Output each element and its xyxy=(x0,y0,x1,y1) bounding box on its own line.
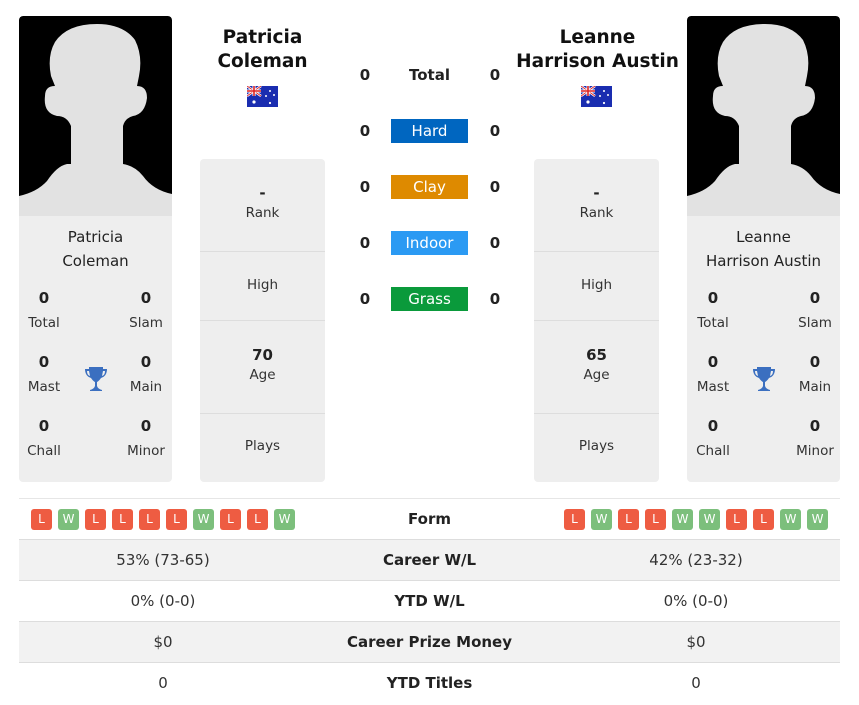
form-loss-badge[interactable]: L xyxy=(753,508,774,530)
h2h-row-indoor: 0 Indoor 0 xyxy=(350,231,510,255)
player1-age: 70 Age xyxy=(200,321,325,414)
player2-career-prize: $0 xyxy=(686,633,706,651)
player1-info-card: - Rank High 70 Age Plays xyxy=(200,159,325,482)
form-row: LWLLLLWLLW Form LWLLWWLLWW xyxy=(19,499,840,540)
form-loss-badge[interactable]: L xyxy=(220,508,241,530)
player1-name-link[interactable]: Patricia Coleman xyxy=(190,26,335,74)
player1-titles-main: 0 Main xyxy=(129,353,163,395)
player2-ytd-wl: 0% (0-0) xyxy=(663,592,729,610)
player1-titles-chall: 0 Chall xyxy=(27,417,61,459)
form-win-badge[interactable]: W xyxy=(193,508,214,530)
surface-indoor-badge[interactable]: Indoor xyxy=(391,231,468,255)
player1-titles-slam: 0 Slam xyxy=(129,289,163,331)
player2-info-card: - Rank High 65 Age Plays xyxy=(534,159,659,482)
career-prize-row: $0 Career Prize Money $0 xyxy=(19,622,840,663)
player2-titles-mast: 0 Mast xyxy=(696,353,730,395)
form-win-badge[interactable]: W xyxy=(672,508,693,530)
trophy-icon xyxy=(84,366,108,392)
h2h-row-hard: 0 Hard 0 xyxy=(350,119,510,143)
form-loss-badge[interactable]: L xyxy=(645,508,666,530)
surface-grass-badge[interactable]: Grass xyxy=(391,287,468,311)
player1-ytd-titles: 0 xyxy=(158,674,168,692)
australia-flag-icon xyxy=(247,86,278,107)
ytd-titles-row: 0 YTD Titles 0 xyxy=(19,663,840,704)
player1-titles-total: 0 Total xyxy=(28,289,60,331)
career-wl-row: 53% (73-65) Career W/L 42% (23-32) xyxy=(19,540,840,581)
h2h-row-clay: 0 Clay 0 xyxy=(350,175,510,199)
player1-titles-mast: 0 Mast xyxy=(27,353,61,395)
player1-plays: Plays xyxy=(244,438,281,454)
form-loss-badge[interactable]: L xyxy=(618,508,639,530)
comparison-table: LWLLLLWLLW Form LWLLWWLLWW 53% (73-65) C… xyxy=(19,498,840,704)
player1-rank: - Rank xyxy=(200,159,325,252)
player2-plays: Plays xyxy=(578,438,615,454)
form-loss-badge[interactable]: L xyxy=(166,508,187,530)
player2-titles-total: 0 Total xyxy=(697,289,729,331)
australia-flag-icon xyxy=(581,86,612,107)
ytd-titles-label: YTD Titles xyxy=(386,674,473,692)
form-win-badge[interactable]: W xyxy=(274,508,295,530)
form-loss-badge[interactable]: L xyxy=(564,508,585,530)
form-win-badge[interactable]: W xyxy=(591,508,612,530)
surface-clay-badge[interactable]: Clay xyxy=(391,175,468,199)
career-wl-label: Career W/L xyxy=(382,551,477,569)
player1-career-prize: $0 xyxy=(153,633,173,651)
h2h-row-grass: 0 Grass 0 xyxy=(350,287,510,311)
player2-form: LWLLWWLLWW xyxy=(552,499,840,539)
player2-age: 65 Age xyxy=(534,321,659,414)
trophy-icon xyxy=(752,366,776,392)
form-loss-badge[interactable]: L xyxy=(85,508,106,530)
player2-titles-slam: 0 Slam xyxy=(798,289,832,331)
player2-card-name: Leanne Harrison Austin xyxy=(705,228,822,270)
ytd-wl-row: 0% (0-0) YTD W/L 0% (0-0) xyxy=(19,581,840,622)
silhouette-icon xyxy=(19,24,172,216)
form-win-badge[interactable]: W xyxy=(699,508,720,530)
form-loss-badge[interactable]: L xyxy=(726,508,747,530)
player1-photo xyxy=(19,16,172,216)
player2-photo xyxy=(687,16,840,216)
player2-rank: - Rank xyxy=(534,159,659,252)
form-loss-badge[interactable]: L xyxy=(112,508,133,530)
h2h-row-total: 0 Total 0 xyxy=(359,66,501,84)
player1-ytd-wl: 0% (0-0) xyxy=(130,592,196,610)
form-label: Form xyxy=(408,510,451,528)
player2-titles-minor: 0 Minor xyxy=(796,417,834,459)
player2-career-wl: 42% (23-32) xyxy=(649,551,743,569)
form-loss-badge[interactable]: L xyxy=(31,508,52,530)
player2-name-link[interactable]: Leanne Harrison Austin xyxy=(505,26,690,74)
silhouette-icon xyxy=(687,24,840,216)
player1-career-wl: 53% (73-65) xyxy=(116,551,210,569)
form-loss-badge[interactable]: L xyxy=(247,508,268,530)
player2-titles-main: 0 Main xyxy=(798,353,832,395)
form-win-badge[interactable]: W xyxy=(58,508,79,530)
form-win-badge[interactable]: W xyxy=(807,508,828,530)
player1-card-name: Patricia Coleman xyxy=(62,228,129,270)
form-loss-badge[interactable]: L xyxy=(139,508,160,530)
player1-form: LWLLLLWLLW xyxy=(19,499,307,539)
career-prize-label: Career Prize Money xyxy=(346,633,512,651)
ytd-wl-label: YTD W/L xyxy=(394,592,465,610)
form-win-badge[interactable]: W xyxy=(780,508,801,530)
player1-profile-card: Patricia Coleman 0 Total 0 Slam 0 Mast 0… xyxy=(19,16,172,482)
surface-hard-badge[interactable]: Hard xyxy=(391,119,468,143)
player2-titles-chall: 0 Chall xyxy=(696,417,730,459)
player1-titles-minor: 0 Minor xyxy=(127,417,165,459)
player2-ytd-titles: 0 xyxy=(691,674,701,692)
player2-profile-card: Leanne Harrison Austin 0 Total 0 Slam 0 … xyxy=(687,16,840,482)
player1-high: High xyxy=(200,252,325,321)
player2-high: High xyxy=(534,252,659,321)
